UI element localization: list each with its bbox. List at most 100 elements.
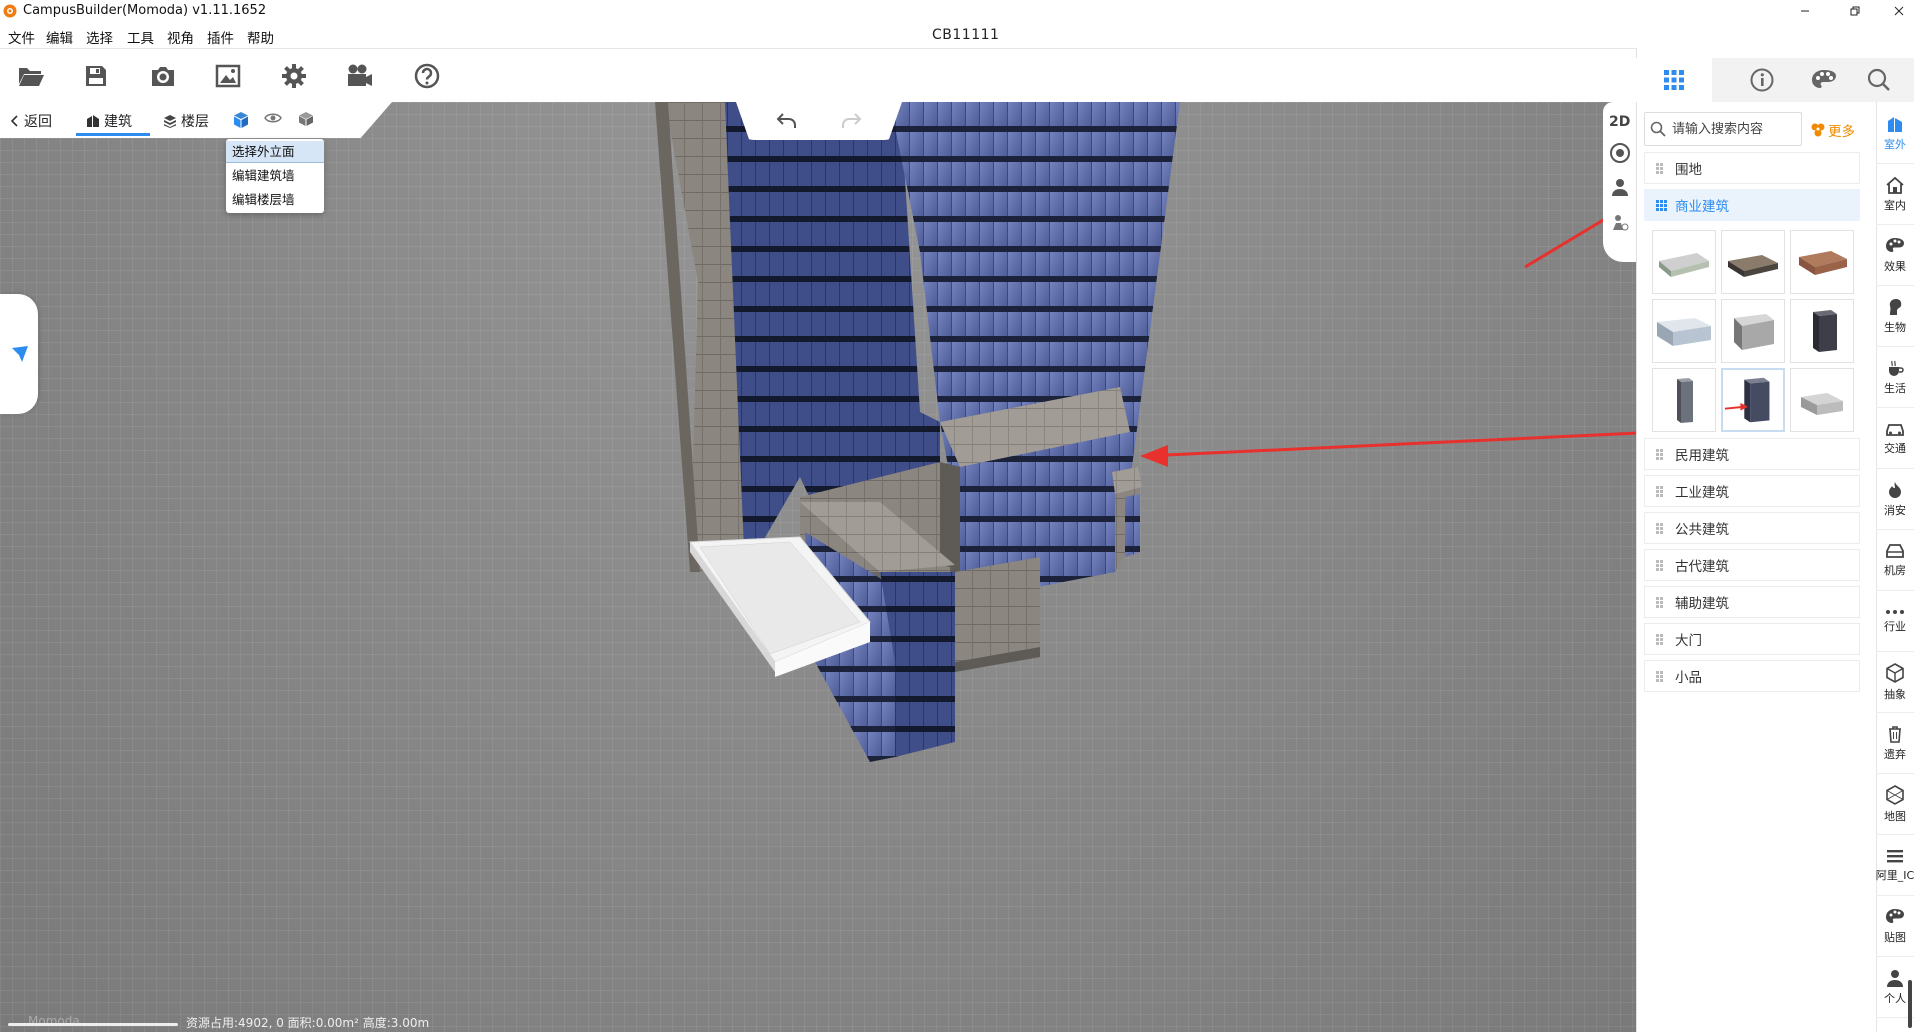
settings-button[interactable]	[279, 61, 309, 91]
model-thumb-6[interactable]	[1790, 299, 1854, 363]
category-enclosure[interactable]: 围地	[1644, 152, 1860, 184]
person-view-icon[interactable]	[1611, 178, 1629, 196]
menu-file[interactable]: 文件	[8, 27, 35, 47]
category-gate[interactable]: 大门	[1644, 623, 1860, 655]
rail-effects[interactable]: 效果	[1876, 226, 1914, 286]
rail-scrollbar[interactable]	[1908, 980, 1912, 1028]
model-thumb-4[interactable]	[1652, 299, 1716, 363]
object-view-button[interactable]	[298, 111, 314, 127]
model-thumb-2[interactable]	[1721, 230, 1785, 294]
building-icon	[87, 115, 99, 127]
help-button[interactable]	[412, 61, 442, 91]
redo-icon[interactable]	[840, 112, 862, 130]
info-icon	[1750, 68, 1774, 92]
back-button[interactable]: 返回	[10, 111, 52, 131]
category-industrial[interactable]: 工业建筑	[1644, 475, 1860, 507]
visibility-button[interactable]	[264, 111, 282, 125]
menu-edit[interactable]: 编辑	[46, 27, 73, 47]
grip-icon	[1656, 449, 1663, 460]
save-button[interactable]	[81, 61, 111, 91]
rail-creatures[interactable]: 生物	[1876, 287, 1914, 347]
minimize-button[interactable]	[1790, 0, 1820, 22]
close-button[interactable]	[1884, 0, 1914, 22]
facade-dropdown: 选择外立面 编辑建筑墙 编辑楼层墙	[226, 139, 324, 213]
3d-viewport[interactable]	[0, 102, 1636, 1032]
category-label: 工业建筑	[1675, 485, 1729, 501]
active-tab-indicator	[76, 133, 150, 136]
dropdown-edit-building-wall[interactable]: 编辑建筑墙	[226, 165, 324, 187]
camera-icon	[152, 67, 174, 86]
model-thumb-5[interactable]	[1721, 299, 1785, 363]
category-residential[interactable]: 民用建筑	[1644, 438, 1860, 470]
rail-label: 贴图	[1884, 931, 1906, 944]
rail-traffic[interactable]: 交通	[1876, 409, 1914, 469]
record-button[interactable]	[345, 61, 375, 91]
rail-industry[interactable]: 行业	[1876, 592, 1914, 652]
window-title: CampusBuilder(Momoda) v1.11.1652	[23, 3, 267, 18]
screenshot-button[interactable]	[148, 61, 178, 91]
minimize-icon	[1801, 10, 1809, 12]
rail-indoor[interactable]: 室内	[1876, 165, 1914, 225]
rail-label: 生活	[1884, 382, 1906, 395]
search-input[interactable]	[1672, 113, 1798, 145]
restore-button[interactable]	[1840, 0, 1870, 22]
palette-icon	[1812, 70, 1836, 88]
model-thumb-7[interactable]	[1652, 368, 1716, 432]
dropdown-edit-floor-wall[interactable]: 编辑楼层墙	[226, 189, 324, 211]
menu-plugins[interactable]: 插件	[207, 27, 234, 47]
model-thumb-3[interactable]	[1790, 230, 1854, 294]
tab-models[interactable]	[1636, 58, 1712, 102]
zoom-extent-icon[interactable]	[1609, 142, 1631, 164]
chevron-left-icon	[10, 115, 18, 127]
car-icon	[1886, 424, 1904, 436]
category-label: 公共建筑	[1675, 522, 1729, 538]
category-ancient[interactable]: 古代建筑	[1644, 549, 1860, 581]
rail-discarded[interactable]: 遗弃	[1876, 714, 1914, 774]
category-commercial[interactable]: 商业建筑	[1644, 189, 1860, 221]
category-label: 大门	[1675, 633, 1702, 649]
rail-ali-ic[interactable]: 阿里_IC	[1876, 836, 1914, 896]
menu-tools[interactable]: 工具	[127, 27, 154, 47]
rail-fire-security[interactable]: 消安	[1876, 470, 1914, 530]
rail-label: 效果	[1884, 260, 1906, 273]
rail-map[interactable]: 地图	[1876, 775, 1914, 835]
dropdown-select-facade[interactable]: 选择外立面	[226, 141, 324, 163]
rail-server-room[interactable]: 机房	[1876, 531, 1914, 591]
2d-toggle[interactable]: 2D	[1609, 114, 1630, 130]
menu-select[interactable]: 选择	[86, 27, 113, 47]
menu-help[interactable]: 帮助	[247, 27, 274, 47]
building-model[interactable]	[0, 102, 1636, 1032]
menu-view[interactable]: 视角	[167, 27, 194, 47]
model-thumb-1[interactable]	[1652, 230, 1716, 294]
home-icon	[1886, 176, 1904, 194]
left-panel-toggle[interactable]	[0, 294, 38, 414]
rail-label: 地图	[1884, 810, 1906, 823]
tab-search[interactable]	[1841, 58, 1914, 102]
rail-label: 消安	[1884, 504, 1906, 517]
creature-icon	[1889, 299, 1902, 315]
building-icon	[1888, 117, 1902, 132]
rail-label: 行业	[1884, 620, 1906, 633]
more-button[interactable]: 更多	[1810, 120, 1855, 140]
tab-building-label: 建筑	[104, 114, 132, 130]
category-public[interactable]: 公共建筑	[1644, 512, 1860, 544]
image-button[interactable]	[213, 61, 243, 91]
rail-texture[interactable]: 贴图	[1876, 897, 1914, 957]
model-preview	[1659, 253, 1709, 277]
rail-life[interactable]: 生活	[1876, 348, 1914, 408]
tab-building[interactable]: 建筑	[86, 111, 132, 131]
grip-icon	[1656, 163, 1663, 174]
model-thumb-8[interactable]	[1721, 368, 1785, 432]
category-sketch[interactable]: 小品	[1644, 660, 1860, 692]
category-auxiliary[interactable]: 辅助建筑	[1644, 586, 1860, 618]
model-preview	[1728, 255, 1778, 277]
tab-floor[interactable]: 楼层	[163, 111, 209, 131]
open-button[interactable]	[16, 61, 46, 91]
facade-tool-button[interactable]	[232, 111, 250, 129]
walk-mode-icon[interactable]	[1611, 214, 1629, 232]
rail-outdoor[interactable]: 室外	[1876, 104, 1914, 164]
undo-icon[interactable]	[776, 112, 798, 130]
model-thumb-9[interactable]	[1790, 368, 1854, 432]
category-label: 围地	[1675, 162, 1702, 178]
rail-abstract[interactable]: 抽象	[1876, 653, 1914, 713]
